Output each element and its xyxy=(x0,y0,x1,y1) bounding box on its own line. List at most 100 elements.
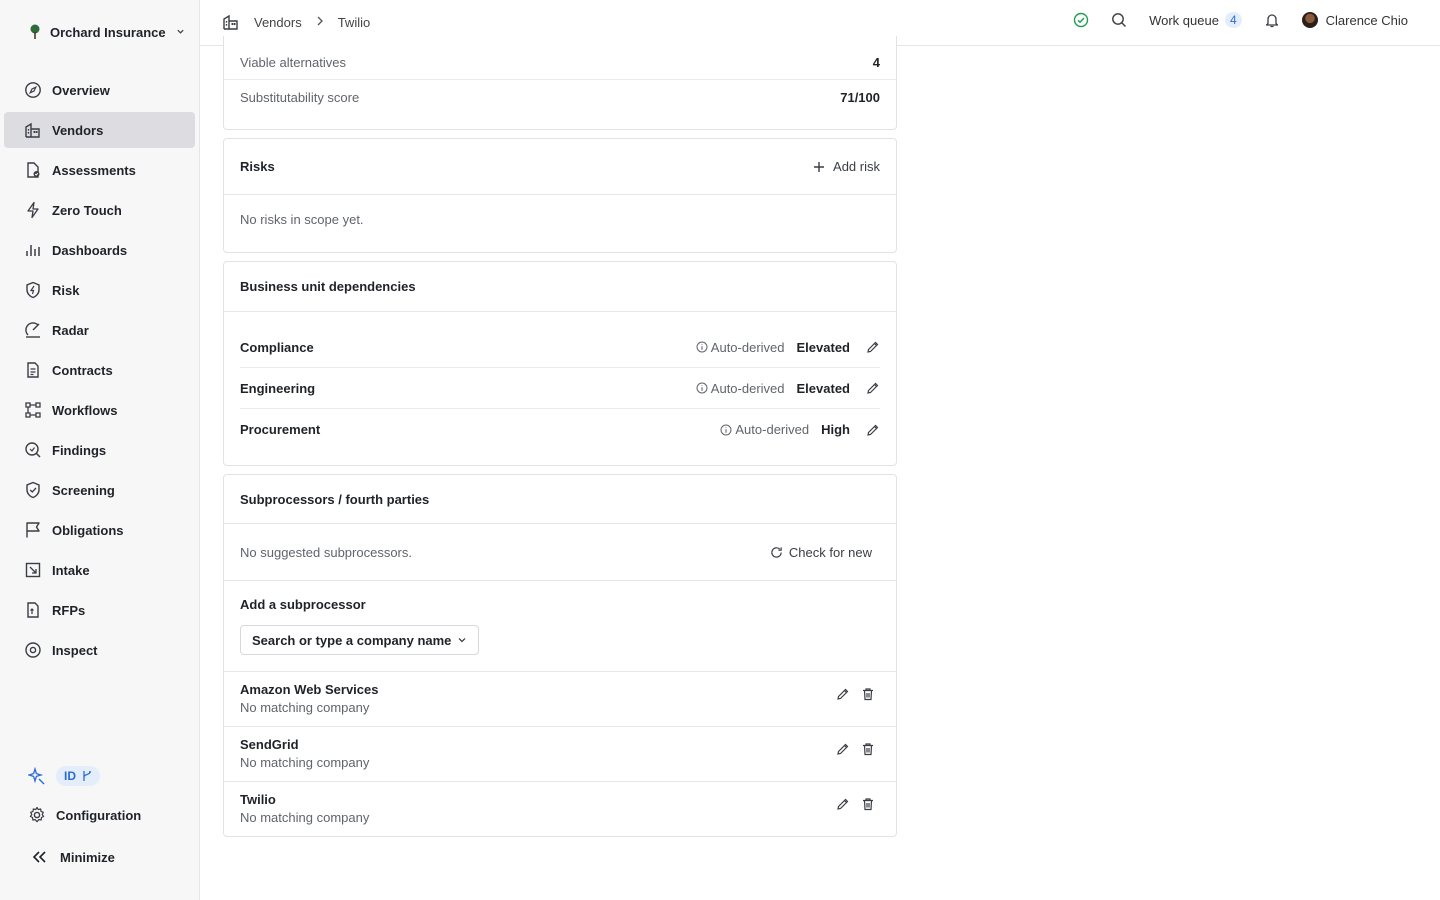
derivation-source: Auto-derived xyxy=(710,380,785,396)
sidebar-item-workflows[interactable]: Workflows xyxy=(4,392,195,428)
minimize-button[interactable]: Minimize xyxy=(30,848,115,866)
shield-check-icon xyxy=(24,481,42,499)
building-icon xyxy=(24,121,42,139)
edit-pencil-icon[interactable] xyxy=(866,381,880,395)
edit-pencil-icon[interactable] xyxy=(836,687,850,701)
id-row[interactable]: ID xyxy=(28,766,100,786)
bell-icon[interactable] xyxy=(1264,12,1280,28)
sidebar-item-dashboards[interactable]: Dashboards xyxy=(4,232,195,268)
sidebar-item-risk[interactable]: Risk xyxy=(4,272,195,308)
minimize-label: Minimize xyxy=(60,849,115,865)
flag-icon xyxy=(24,521,42,539)
sidebar-item-label: Overview xyxy=(52,82,110,98)
subprocessors-header: Subprocessors / fourth parties xyxy=(224,475,896,524)
sidebar-item-obligations[interactable]: Obligations xyxy=(4,512,195,548)
org-switcher[interactable]: Orchard Insurance xyxy=(28,22,185,42)
check-for-new-label: Check for new xyxy=(788,544,872,560)
search-icon[interactable] xyxy=(1111,12,1127,28)
sidebar-item-zero-touch[interactable]: Zero Touch xyxy=(4,192,195,228)
edit-pencil-icon[interactable] xyxy=(836,742,850,756)
breadcrumb: Vendors Twilio xyxy=(222,13,370,31)
kv-label: Viable alternatives xyxy=(240,55,346,70)
lightning-icon xyxy=(24,201,42,219)
risks-card: Risks Add risk No risks in scope yet. xyxy=(223,138,897,253)
sidebar-item-label: Intake xyxy=(52,562,90,578)
status-check-icon[interactable] xyxy=(1073,12,1089,28)
bu-name: Compliance xyxy=(240,339,314,355)
add-subprocessor-title: Add a subprocessor xyxy=(240,597,366,612)
sidebar-item-intake[interactable]: Intake xyxy=(4,552,195,588)
chevron-down-icon xyxy=(176,27,185,38)
add-risk-label: Add risk xyxy=(833,159,880,174)
sidebar: Orchard Insurance Overview Vendors Asses… xyxy=(0,0,200,900)
add-subprocessor-section: Add a subprocessor Search or type a comp… xyxy=(224,581,896,672)
add-risk-button[interactable]: Add risk xyxy=(813,159,880,174)
bu-row: Procurement Auto-derived High xyxy=(240,409,880,450)
kv-value: 71/100 xyxy=(840,89,880,105)
info-icon[interactable] xyxy=(696,382,708,394)
sidebar-item-label: Vendors xyxy=(52,122,104,138)
sidebar-item-label: Workflows xyxy=(52,402,118,418)
sidebar-item-label: RFPs xyxy=(52,602,86,618)
kv-value: 4 xyxy=(872,55,880,70)
sidebar-item-label: Obligations xyxy=(52,522,124,538)
user-menu[interactable]: Clarence Chio xyxy=(1301,12,1408,28)
sidebar-item-vendors[interactable]: Vendors xyxy=(4,112,195,148)
sidebar-item-assessments[interactable]: Assessments xyxy=(4,152,195,188)
dependency-level: Elevated xyxy=(796,339,850,355)
sidebar-item-rfps[interactable]: RFPs xyxy=(4,592,195,628)
company-search-select[interactable]: Search or type a company name xyxy=(240,625,480,655)
double-chevron-left-icon xyxy=(30,848,48,866)
edit-pencil-icon[interactable] xyxy=(866,423,880,437)
check-for-new-button[interactable]: Check for new xyxy=(770,545,872,560)
sidebar-item-radar[interactable]: Radar xyxy=(4,312,195,348)
derivation-source: Auto-derived xyxy=(735,422,810,437)
section-title: Business unit dependencies xyxy=(240,279,416,294)
radar-icon xyxy=(24,321,42,339)
subprocessor-status: No matching company xyxy=(240,755,370,770)
sidebar-item-overview[interactable]: Overview xyxy=(4,72,195,108)
user-name: Clarence Chio xyxy=(1325,12,1408,28)
sidebar-item-label: Radar xyxy=(52,322,89,338)
info-icon[interactable] xyxy=(696,341,708,353)
chevron-right-icon xyxy=(316,15,324,29)
substitutability-card: Viable alternatives 4 Substitutability s… xyxy=(223,36,897,130)
document-check-icon xyxy=(24,161,42,179)
gear-icon xyxy=(28,806,46,824)
id-label: ID xyxy=(64,769,76,783)
list-item: SendGrid No matching company xyxy=(224,727,896,782)
trash-icon[interactable] xyxy=(861,742,875,756)
breadcrumb-vendors-link[interactable]: Vendors xyxy=(254,15,302,30)
kv-row: Viable alternatives 4 xyxy=(224,46,896,80)
tree-icon xyxy=(28,24,42,40)
sidebar-item-findings[interactable]: Findings xyxy=(4,432,195,468)
dependency-level: Elevated xyxy=(796,380,850,396)
sidebar-item-contracts[interactable]: Contracts xyxy=(4,352,195,388)
suggested-row: No suggested subprocessors. Check for ne… xyxy=(224,524,896,581)
subprocessors-card: Subprocessors / fourth parties No sugges… xyxy=(223,474,897,837)
findings-icon xyxy=(24,441,42,459)
bu-row: Engineering Auto-derived Elevated xyxy=(240,368,880,409)
avatar xyxy=(1301,12,1318,28)
building-icon[interactable] xyxy=(222,13,240,31)
subprocessor-name: Twilio xyxy=(240,792,276,807)
trash-icon[interactable] xyxy=(861,797,875,811)
dependency-level: High xyxy=(821,422,850,437)
subprocessor-name: SendGrid xyxy=(240,737,299,752)
edit-pencil-icon[interactable] xyxy=(836,797,850,811)
edit-pencil-icon[interactable] xyxy=(866,340,880,354)
sidebar-item-label: Findings xyxy=(52,442,107,458)
trash-icon[interactable] xyxy=(861,687,875,701)
workflow-icon xyxy=(24,401,42,419)
section-title: Subprocessors / fourth parties xyxy=(240,491,430,507)
work-queue-button[interactable]: Work queue 4 xyxy=(1149,12,1242,28)
info-icon[interactable] xyxy=(720,424,732,436)
work-queue-label: Work queue xyxy=(1149,12,1219,28)
bu-dependencies-header: Business unit dependencies xyxy=(224,262,896,312)
configuration-button[interactable]: Configuration xyxy=(28,806,141,824)
sidebar-item-inspect[interactable]: Inspect xyxy=(4,632,195,668)
kv-label: Substitutability score xyxy=(240,89,360,105)
bu-dependencies-card: Business unit dependencies Compliance Au… xyxy=(223,261,897,466)
id-badge[interactable]: ID xyxy=(56,766,100,786)
sidebar-item-screening[interactable]: Screening xyxy=(4,472,195,508)
